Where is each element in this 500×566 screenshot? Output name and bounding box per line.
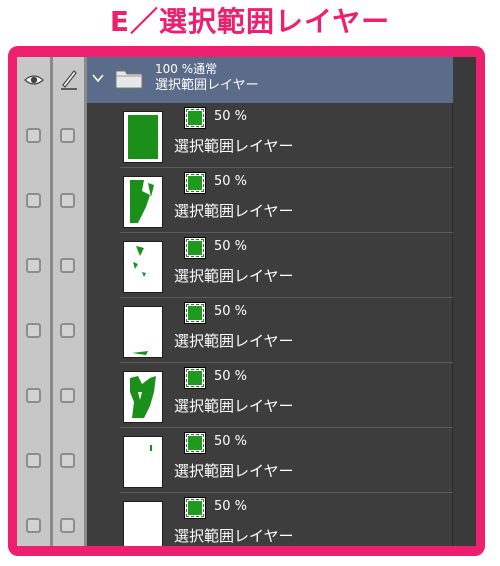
layer-name: 選択範囲レイヤー <box>174 267 294 285</box>
edit-lock-checkbox[interactable] <box>60 323 75 338</box>
layer-row[interactable]: 50 % 選択範囲レイヤー <box>17 493 453 546</box>
edit-lock-checkbox[interactable] <box>60 453 75 468</box>
layer-row[interactable]: 50 % 選択範囲レイヤー <box>17 428 453 493</box>
visibility-checkbox[interactable] <box>26 128 41 143</box>
selection-layer-icon <box>184 367 206 389</box>
layer-name: 選択範囲レイヤー <box>174 462 294 480</box>
layer-name: 選択範囲レイヤー <box>174 202 294 220</box>
folder-icon <box>115 70 143 89</box>
layer-thumbnail <box>123 501 163 546</box>
layer-row[interactable]: 50 % 選択範囲レイヤー <box>17 233 453 298</box>
eye-icon[interactable] <box>23 69 45 91</box>
layer-name: 選択範囲レイヤー <box>174 397 294 415</box>
page-title: E／選択範囲レイヤー <box>109 5 391 38</box>
scrollbar[interactable] <box>452 57 476 546</box>
layer-row[interactable]: 50 % 選択範囲レイヤー <box>17 298 453 363</box>
layer-thumbnail <box>123 436 163 488</box>
selection-layer-icon <box>184 497 206 519</box>
folder-opacity-blend: 100 %通常 <box>155 62 218 76</box>
layer-opacity: 50 % <box>214 109 248 124</box>
selection-layer-icon <box>184 302 206 324</box>
layer-thumbnail <box>123 241 163 293</box>
layer-row[interactable]: 50 % 選択範囲レイヤー <box>17 168 453 233</box>
layer-name: 選択範囲レイヤー <box>174 332 294 350</box>
layer-opacity: 50 % <box>214 434 248 449</box>
layer-opacity: 50 % <box>214 499 248 514</box>
layer-row[interactable]: 50 % 選択範囲レイヤー <box>17 103 453 168</box>
selection-layer-icon <box>184 107 206 129</box>
visibility-checkbox[interactable] <box>26 518 41 533</box>
layer-thumbnail <box>123 371 163 423</box>
visibility-checkbox[interactable] <box>26 453 41 468</box>
layer-opacity: 50 % <box>214 304 248 319</box>
selection-layer-icon <box>184 172 206 194</box>
layer-name: 選択範囲レイヤー <box>174 527 294 545</box>
selection-layer-icon <box>184 237 206 259</box>
edit-lock-checkbox[interactable] <box>60 128 75 143</box>
visibility-checkbox[interactable] <box>26 323 41 338</box>
edit-lock-checkbox[interactable] <box>60 258 75 273</box>
layer-thumbnail <box>123 111 163 163</box>
layer-opacity: 50 % <box>214 239 248 254</box>
folder-layer-row[interactable]: 100 %通常 選択範囲レイヤー <box>87 57 453 103</box>
visibility-checkbox[interactable] <box>26 388 41 403</box>
visibility-checkbox[interactable] <box>26 193 41 208</box>
pen-icon[interactable] <box>58 67 80 91</box>
visibility-checkbox[interactable] <box>26 258 41 273</box>
folder-name: 選択範囲レイヤー <box>155 78 259 93</box>
edit-lock-checkbox[interactable] <box>60 388 75 403</box>
chevron-down-icon[interactable] <box>91 71 105 85</box>
layer-opacity: 50 % <box>214 174 248 189</box>
layer-name: 選択範囲レイヤー <box>174 137 294 155</box>
layer-row[interactable]: 50 % 選択範囲レイヤー <box>17 363 453 428</box>
layer-thumbnail <box>123 176 163 228</box>
layer-opacity: 50 % <box>214 369 248 384</box>
layer-thumbnail <box>123 306 163 358</box>
edit-lock-checkbox[interactable] <box>60 518 75 533</box>
selection-layer-icon <box>184 432 206 454</box>
edit-lock-checkbox[interactable] <box>60 193 75 208</box>
layer-panel: 100 %通常 選択範囲レイヤー 50 % 選択範囲レイヤー 50 % 選択範囲… <box>17 57 476 546</box>
